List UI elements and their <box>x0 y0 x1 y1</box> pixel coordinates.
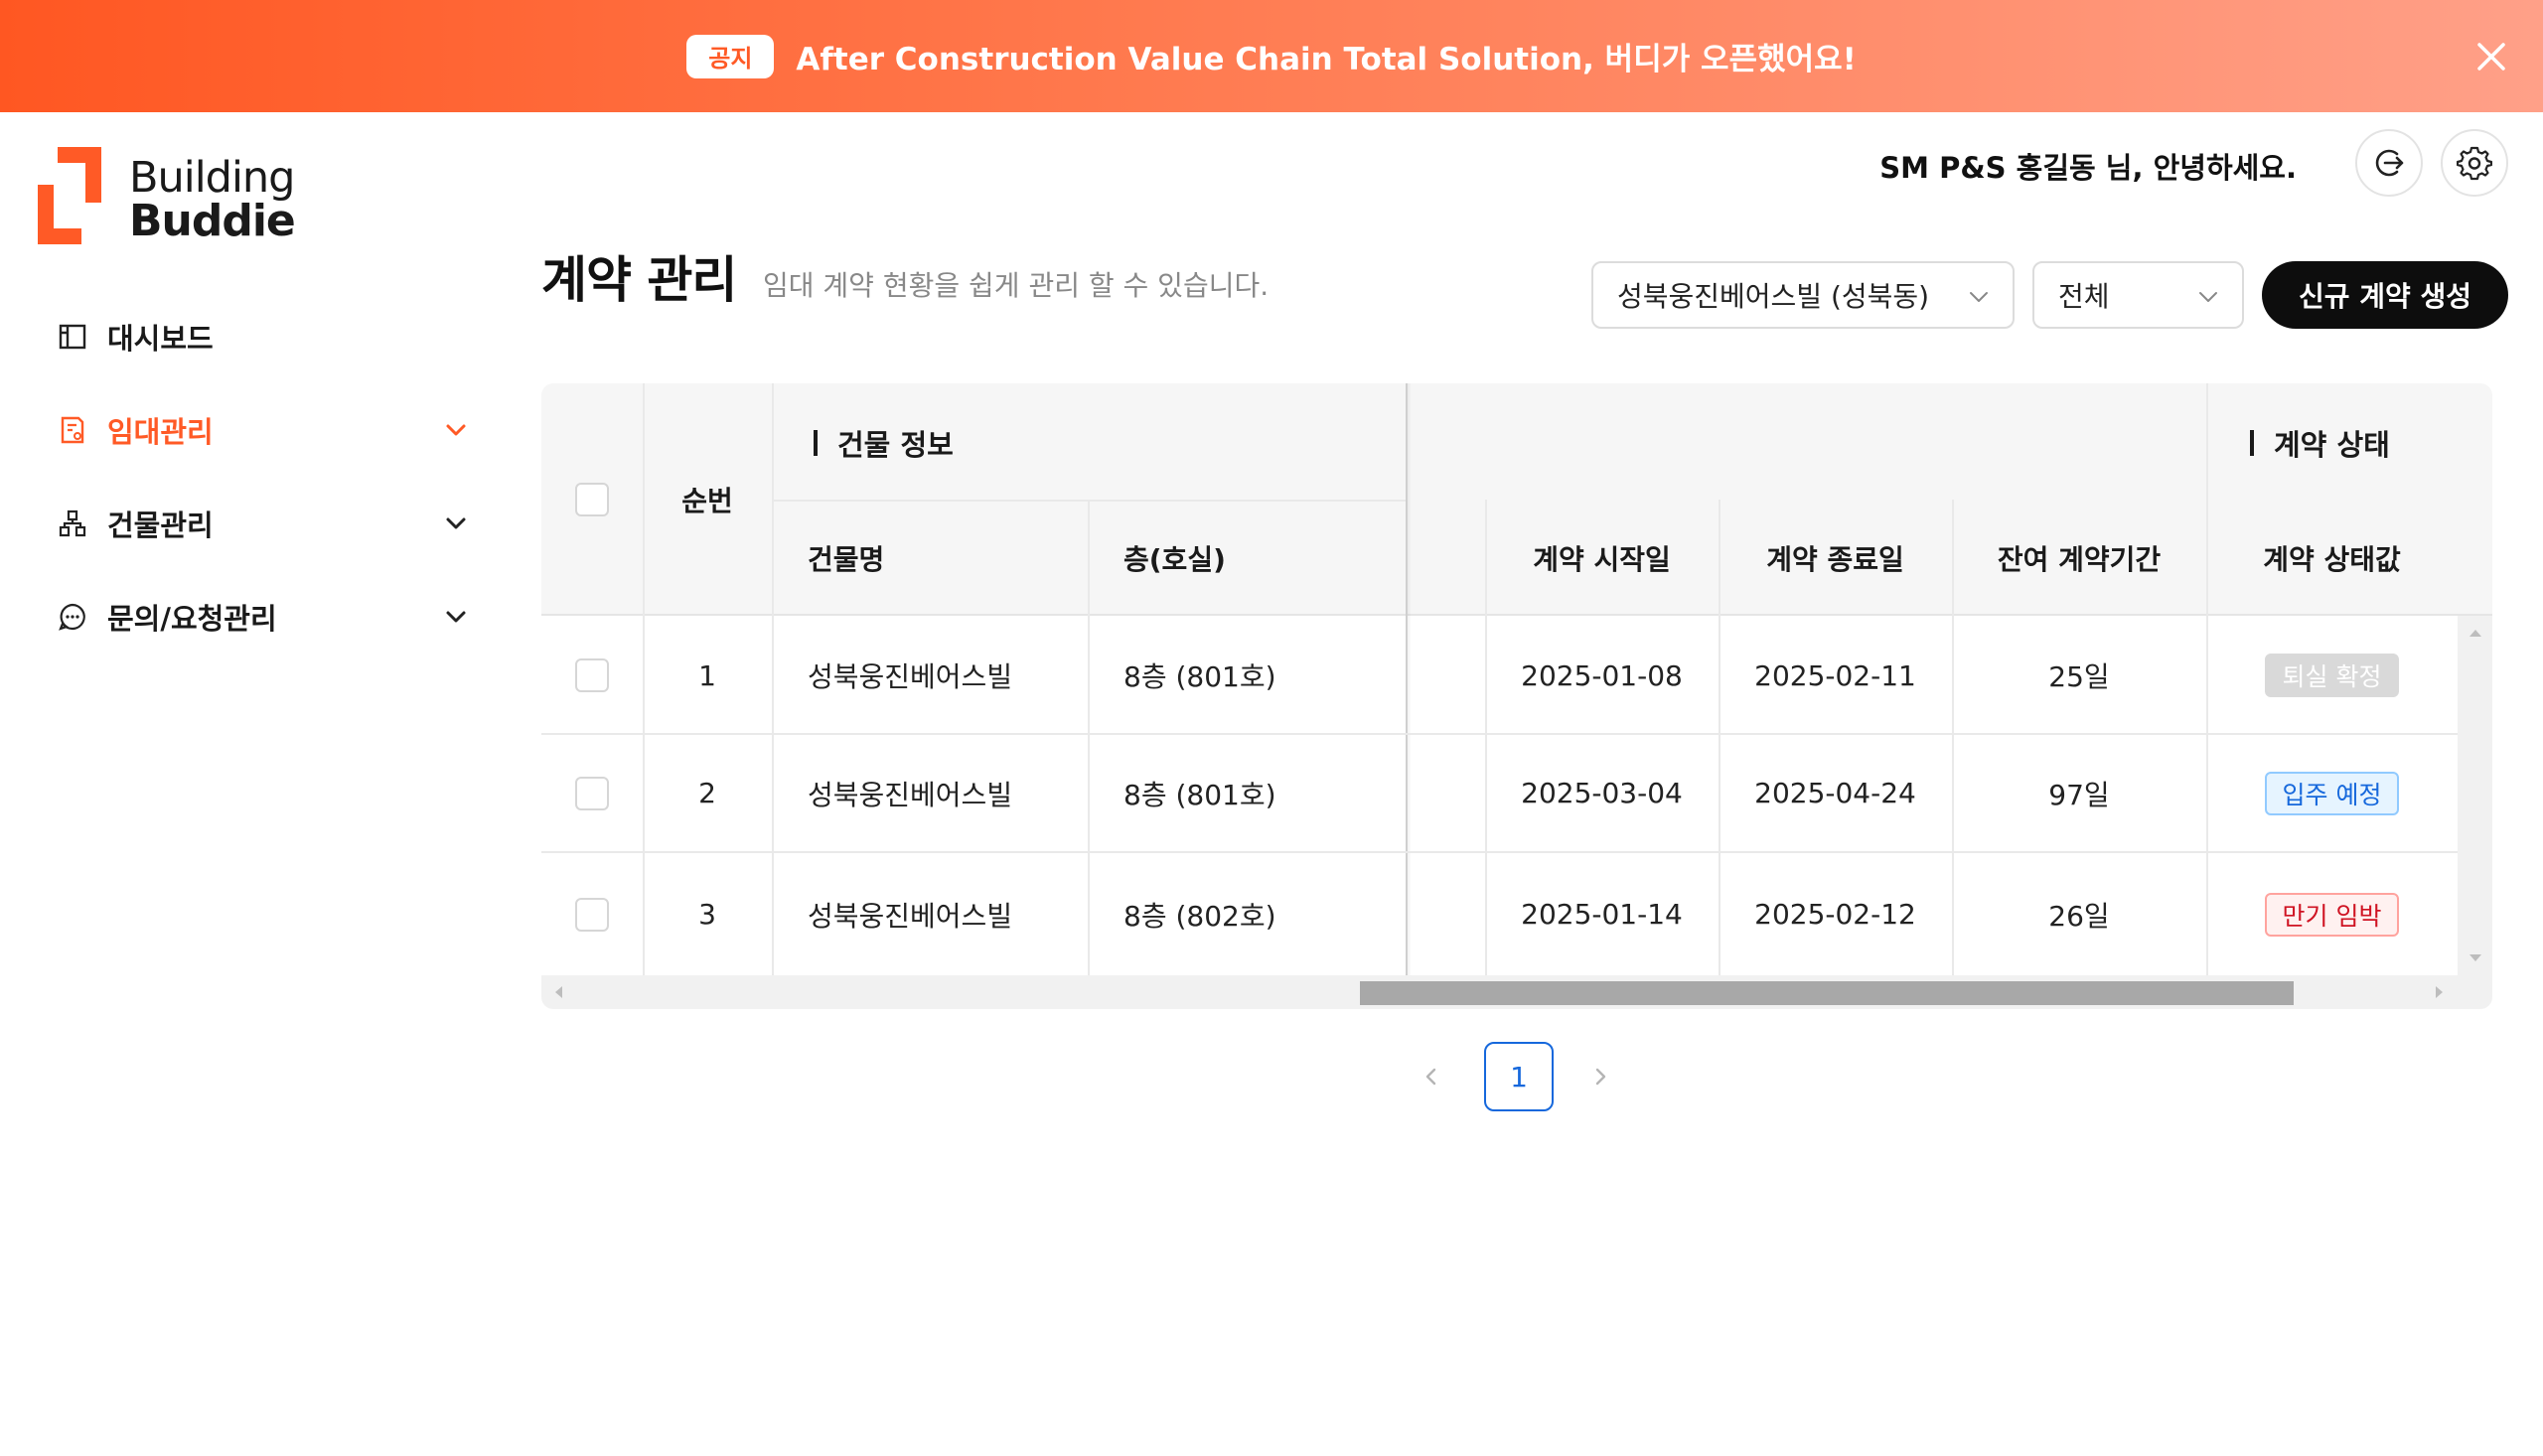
select-all-cell <box>541 383 643 616</box>
row-remaining: 26일 <box>2048 899 2110 933</box>
logout-button[interactable] <box>2355 129 2423 197</box>
status-select-value: 전체 <box>2058 280 2110 313</box>
row-checkbox[interactable] <box>575 658 609 692</box>
row-checkbox[interactable] <box>575 897 609 932</box>
row-index: 1 <box>698 658 716 692</box>
row-end-date: 2025-04-24 <box>1754 777 1916 809</box>
column-header-start-date[interactable]: 계약 시작일 <box>1485 500 1719 616</box>
group-header-building: 건물 정보 <box>814 423 954 463</box>
scroll-up-arrow-icon[interactable] <box>2468 628 2482 638</box>
row-building-name: 성북웅진베어스빌 <box>808 778 1013 811</box>
sidebar-nav: 대시보드 임대관리 건물관리 문의/요청관리 <box>38 290 475 663</box>
row-checkbox-cell <box>541 735 643 851</box>
chevron-down-icon <box>1970 292 1988 302</box>
sidebar-item-label: 문의/요청관리 <box>107 602 277 636</box>
building-hierarchy-icon <box>56 507 89 540</box>
building-select[interactable]: 성북웅진베어스빌 (성북동) <box>1591 261 2015 329</box>
row-status-cell: 입주 예정 <box>2206 735 2458 851</box>
building-select-value: 성북웅진베어스빌 (성북동) <box>1617 280 1930 313</box>
logo-text-line2: Buddie <box>129 196 296 246</box>
page-number-current[interactable]: 1 <box>1484 1042 1554 1111</box>
column-header-index[interactable]: 순번 <box>643 383 772 616</box>
close-icon[interactable] <box>2471 37 2511 76</box>
logo[interactable]: Building Buddie <box>36 145 304 248</box>
row-start-date: 2025-01-14 <box>1521 898 1683 931</box>
status-badge: 퇴실 확정 <box>2264 654 2400 697</box>
row-checkbox-cell <box>541 853 643 975</box>
row-building-name: 성북웅진베어스빌 <box>808 660 1013 693</box>
horizontal-scroll-thumb[interactable] <box>1360 981 2294 1005</box>
row-index: 3 <box>698 898 716 931</box>
select-all-checkbox[interactable] <box>575 483 609 516</box>
chevron-down-icon <box>2199 292 2217 302</box>
column-header-end-date[interactable]: 계약 종료일 <box>1719 500 1952 616</box>
row-start-date: 2025-03-04 <box>1521 777 1683 809</box>
scroll-right-arrow-icon[interactable] <box>2435 985 2445 999</box>
row-remaining: 97일 <box>2048 778 2110 811</box>
notice-banner: 공지 After Construction Value Chain Total … <box>0 0 2543 112</box>
chevron-down-icon[interactable] <box>441 602 471 632</box>
sidebar-item-label: 건물관리 <box>107 509 214 542</box>
sidebar-item-building[interactable]: 건물관리 <box>38 477 475 570</box>
row-floor: 8층 (802호) <box>1123 899 1276 933</box>
row-start-date: 2025-01-08 <box>1521 658 1683 692</box>
sidebar-item-label: 임대관리 <box>107 415 214 449</box>
row-checkbox[interactable] <box>575 776 609 810</box>
column-header-remaining[interactable]: 잔여 계약기간 <box>1952 500 2206 616</box>
contracts-table: 건물 정보 계약 상태 순번 건물명 층(호실) 계약 시작일 계약 종료일 잔… <box>541 383 2492 1009</box>
notice-message: After Construction Value Chain Total Sol… <box>796 42 1857 77</box>
sidebar-item-label: 대시보드 <box>107 322 214 356</box>
status-select[interactable]: 전체 <box>2032 261 2244 329</box>
create-contract-button[interactable]: 신규 계약 생성 <box>2262 261 2508 329</box>
settings-button[interactable] <box>2441 129 2508 197</box>
logout-icon <box>2375 149 2404 177</box>
sidebar-item-dashboard[interactable]: 대시보드 <box>38 290 475 383</box>
sidebar-item-inquiry[interactable]: 문의/요청관리 <box>38 570 475 663</box>
lease-document-icon <box>56 413 89 447</box>
column-header-building[interactable]: 건물명 <box>772 500 1088 616</box>
chevron-down-icon[interactable] <box>441 509 471 538</box>
row-end-date: 2025-02-11 <box>1754 658 1916 692</box>
horizontal-scrollbar[interactable] <box>541 975 2492 1009</box>
row-status-cell: 만기 임박 <box>2206 853 2458 975</box>
vertical-scrollbar[interactable] <box>2458 616 2492 975</box>
page-title: 계약 관리 <box>541 251 737 309</box>
row-status-cell: 퇴실 확정 <box>2206 618 2458 733</box>
row-checkbox-cell <box>541 618 643 733</box>
chat-bubble-icon <box>56 600 89 634</box>
row-building-name: 성북웅진베어스빌 <box>808 899 1013 933</box>
pagination: 1 <box>1401 1042 1639 1111</box>
sidebar-item-lease[interactable]: 임대관리 <box>38 383 475 477</box>
scroll-left-arrow-icon[interactable] <box>553 985 563 999</box>
row-floor: 8층 (801호) <box>1123 778 1276 811</box>
user-greeting: SM P&S 홍길동 님, 안녕하세요. <box>1879 151 2297 185</box>
chevron-left-icon[interactable] <box>1417 1062 1446 1092</box>
row-index: 2 <box>698 777 716 809</box>
column-header-floor[interactable]: 층(호실) <box>1088 500 1406 616</box>
notice-tag: 공지 <box>686 34 775 78</box>
status-badge: 입주 예정 <box>2264 771 2400 815</box>
row-end-date: 2025-02-12 <box>1754 898 1916 931</box>
chevron-right-icon[interactable] <box>1585 1062 1615 1092</box>
page-description: 임대 계약 현황을 쉽게 관리 할 수 있습니다. <box>763 269 1270 302</box>
group-header-status: 계약 상태 <box>2250 423 2390 463</box>
scroll-down-arrow-icon[interactable] <box>2468 953 2482 963</box>
logo-mark-icon <box>38 147 101 244</box>
dashboard-icon <box>56 320 89 354</box>
row-floor: 8층 (801호) <box>1123 660 1276 693</box>
status-badge: 만기 임박 <box>2264 892 2400 937</box>
gear-icon <box>2457 146 2492 181</box>
row-remaining: 25일 <box>2048 660 2110 693</box>
column-header-status[interactable]: 계약 상태값 <box>2206 500 2458 616</box>
chevron-down-icon[interactable] <box>441 415 471 445</box>
